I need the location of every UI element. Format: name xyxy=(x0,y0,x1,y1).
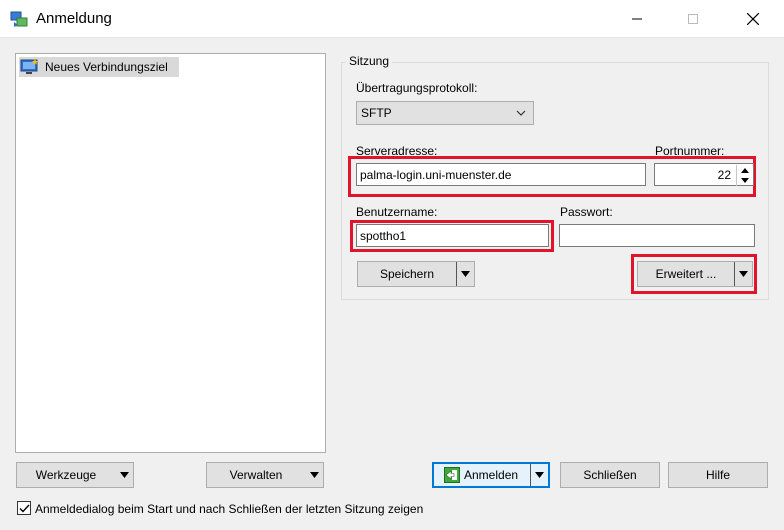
maximize-icon xyxy=(688,14,698,24)
new-site-monitor-icon xyxy=(20,59,38,74)
session-group-title: Sitzung xyxy=(346,54,393,68)
close-button[interactable]: Schließen xyxy=(560,462,660,488)
manage-dropdown-button[interactable] xyxy=(305,463,323,487)
show-dialog-checkbox[interactable] xyxy=(17,501,31,515)
spin-down-button[interactable] xyxy=(736,175,752,186)
checkmark-icon xyxy=(19,504,30,513)
port-value: 22 xyxy=(717,167,731,182)
tools-button[interactable]: Werkzeuge xyxy=(16,462,134,488)
title-bar: Anmeldung xyxy=(0,0,784,38)
triangle-down-icon xyxy=(309,472,319,478)
tools-dropdown-button[interactable] xyxy=(115,463,133,487)
show-dialog-checkbox-label[interactable]: Anmeldedialog beim Start und nach Schlie… xyxy=(35,502,423,516)
save-button-label: Speichern xyxy=(379,267,435,281)
triangle-down-icon xyxy=(535,472,544,478)
advanced-button[interactable]: Erweitert ... xyxy=(637,261,753,287)
login-button-label: Anmelden xyxy=(464,468,519,482)
maximize-button[interactable] xyxy=(670,0,716,38)
advanced-button-label: Erweitert ... xyxy=(655,267,717,281)
password-input[interactable] xyxy=(559,224,755,247)
login-button[interactable]: Anmelden xyxy=(432,462,550,488)
port-spinner[interactable] xyxy=(736,165,752,186)
tree-item-label: Neues Verbindungsziel xyxy=(45,60,168,74)
tools-button-label: Werkzeuge xyxy=(35,468,97,482)
triangle-down-icon xyxy=(461,271,470,277)
triangle-up-icon xyxy=(740,167,749,173)
tree-item-new-site[interactable]: Neues Verbindungsziel xyxy=(19,57,179,77)
site-tree[interactable]: Neues Verbindungsziel xyxy=(15,53,326,453)
manage-button-label: Verwalten xyxy=(229,468,283,482)
password-label: Passwort: xyxy=(560,205,613,219)
close-button-label: Schließen xyxy=(583,468,637,482)
help-button-label: Hilfe xyxy=(705,468,730,482)
chevron-down-icon xyxy=(516,110,526,116)
user-label: Benutzername: xyxy=(356,205,438,219)
host-value: palma-login.uni-muenster.de xyxy=(360,167,512,182)
protocol-label: Übertragungsprotokoll: xyxy=(356,81,478,95)
protocol-select[interactable]: SFTP xyxy=(356,101,534,125)
help-button[interactable]: Hilfe xyxy=(668,462,768,488)
login-icon xyxy=(444,467,460,483)
close-window-button[interactable] xyxy=(730,0,776,38)
username-value: spottho1 xyxy=(360,228,407,243)
triangle-down-icon xyxy=(119,472,129,478)
save-button[interactable]: Speichern xyxy=(357,261,475,287)
window-title: Anmeldung xyxy=(36,10,112,27)
login-dropdown-button[interactable] xyxy=(530,464,548,486)
triangle-down-icon xyxy=(739,271,748,277)
minimize-button[interactable] xyxy=(614,0,660,38)
username-input[interactable]: spottho1 xyxy=(356,224,549,247)
winscp-app-icon xyxy=(10,11,28,27)
minimize-icon xyxy=(632,18,642,20)
triangle-down-icon xyxy=(740,178,749,184)
close-icon xyxy=(747,13,759,25)
host-input[interactable]: palma-login.uni-muenster.de xyxy=(356,163,646,186)
save-dropdown-button[interactable] xyxy=(456,262,474,286)
advanced-dropdown-button[interactable] xyxy=(734,262,752,286)
manage-button[interactable]: Verwalten xyxy=(206,462,324,488)
spin-up-button[interactable] xyxy=(736,165,752,176)
protocol-value: SFTP xyxy=(361,106,392,120)
